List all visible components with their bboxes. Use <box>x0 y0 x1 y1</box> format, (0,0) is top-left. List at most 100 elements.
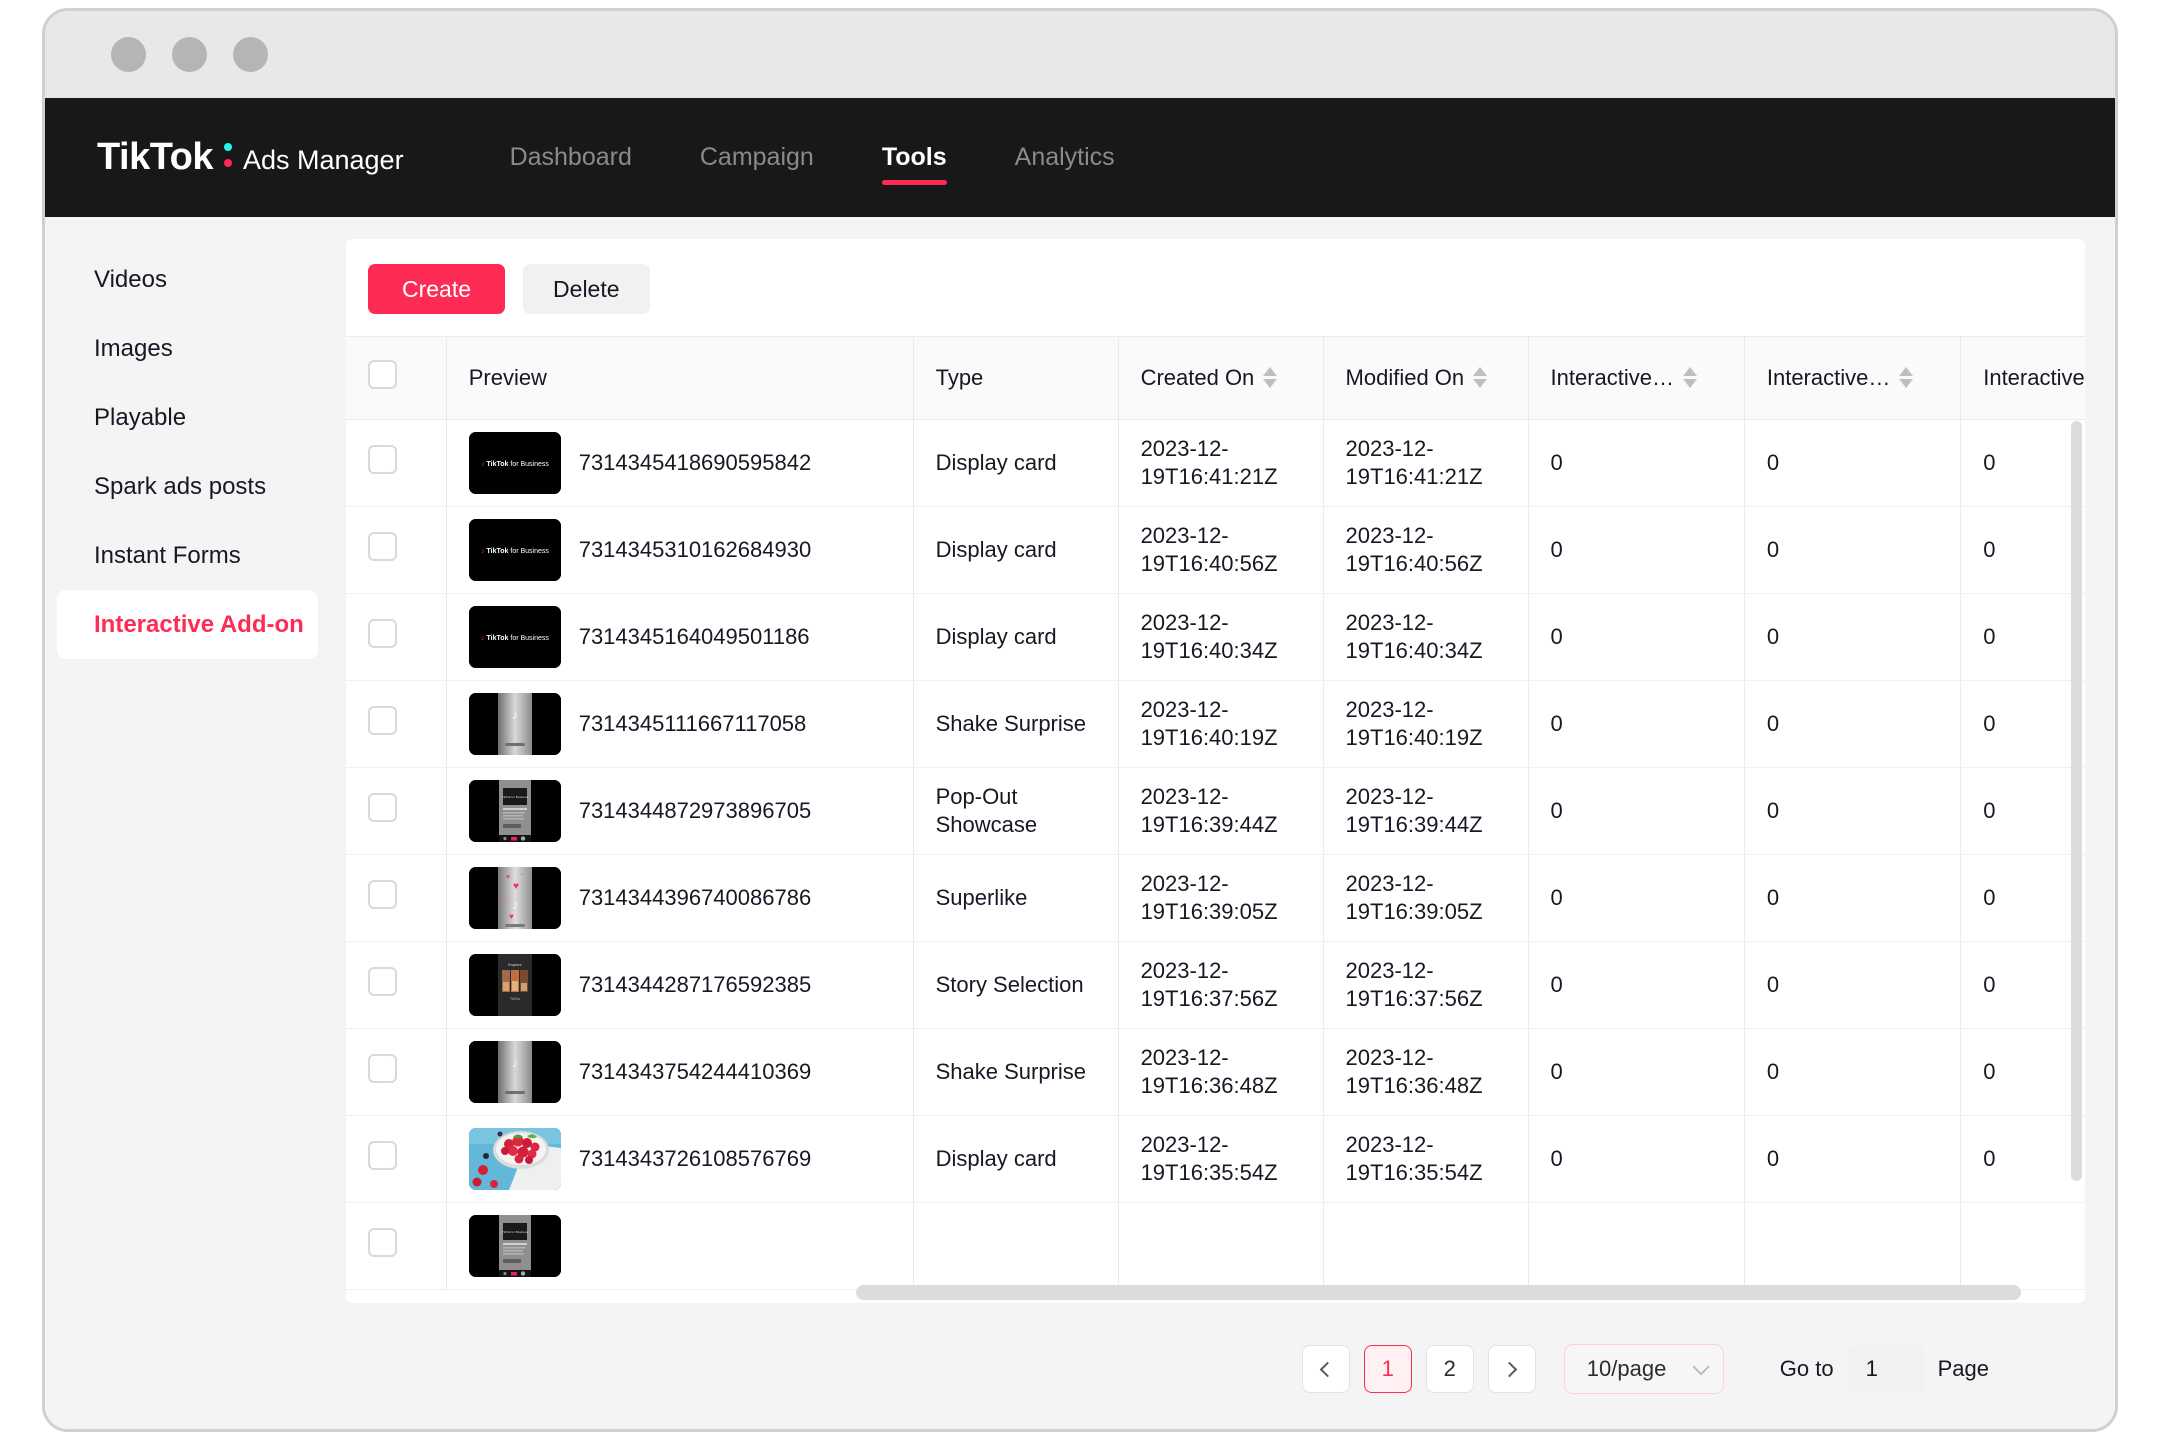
asset-id: 7314344396740086786 <box>578 884 812 910</box>
raspberries-photo-thumbnail[interactable] <box>468 1127 561 1190</box>
interactive-addon-table: Preview Type Created On Modified On Inte… <box>346 337 2085 1290</box>
row-select-cell <box>346 506 447 594</box>
metric-2-cell-text: 0 <box>1766 797 1780 823</box>
metric-2-cell-text: 0 <box>1766 536 1780 562</box>
asset-type-cell: Shake Surprise <box>913 1028 1119 1116</box>
tiktok-ads-manager-logo[interactable]: TikTok Ads Manager <box>97 136 404 179</box>
sort-metric-1-icon[interactable] <box>1683 367 1697 389</box>
column-header-metric-3: Interactive… <box>1960 337 2085 420</box>
row-checkbox[interactable] <box>368 1141 397 1170</box>
modified-on-cell-text: 2023-12-19T16:40:19Z <box>1345 697 1483 750</box>
page-size-select[interactable]: 10/page <box>1563 1344 1724 1394</box>
sort-created-on-icon[interactable] <box>1263 367 1278 389</box>
nav-item-analytics[interactable]: Analytics <box>981 98 1149 217</box>
previous-page-button[interactable] <box>1301 1345 1350 1393</box>
metric-1-cell <box>1528 1202 1745 1290</box>
create-button[interactable]: Create <box>368 264 506 314</box>
top-navigation-bar: TikTok Ads Manager Dashboard Campaign To… <box>45 98 2115 217</box>
delete-button[interactable]: Delete <box>523 264 650 314</box>
goto-page-input[interactable] <box>1847 1345 1924 1393</box>
minimize-dot[interactable] <box>172 37 207 72</box>
metric-2-cell-text: 0 <box>1766 623 1780 649</box>
metric-1-cell: 0 <box>1528 680 1745 768</box>
modified-on-cell-text: 2023-12-19T16:36:48Z <box>1345 1045 1483 1098</box>
sidebar-item-playable[interactable]: Playable <box>57 383 318 452</box>
asset-type-cell-text: Shake Surprise <box>935 710 1087 736</box>
tiktok-business-card-thumbnail[interactable]: ♪ TikTok for Business <box>468 605 561 668</box>
svg-text:TikTok for Business: TikTok for Business <box>502 1230 528 1234</box>
asset-id: 7314345111667117058 <box>578 710 807 736</box>
metric-2-cell <box>1744 1202 1962 1290</box>
next-page-button[interactable] <box>1487 1345 1536 1393</box>
metric-3-cell: 0 <box>1960 506 2085 594</box>
table-row[interactable]: ♪ ♥ ♥ ♥ ♥ ♥ ♥ 7314344396740086786 Superlike 2023-… <box>346 854 2085 942</box>
metric-2-cell: 0 <box>1744 1115 1962 1203</box>
page-button-1[interactable]: 1 <box>1363 1345 1412 1393</box>
sort-modified-on-icon[interactable] <box>1473 367 1488 389</box>
metric-1-cell: 0 <box>1528 854 1745 942</box>
table-head: Preview Type Created On Modified On Inte… <box>346 337 2085 420</box>
row-checkbox[interactable] <box>368 532 397 561</box>
column-label-modified-on: Modified On <box>1345 364 1465 390</box>
svg-text:♥: ♥ <box>509 912 514 921</box>
created-on-cell-text: 2023-12-19T16:40:56Z <box>1140 523 1278 576</box>
table-row[interactable]: ♪ 7314345111667117058 Shake Surprise 2023-1… <box>346 680 2085 768</box>
nav-item-tools[interactable]: Tools <box>848 98 981 217</box>
select-all-checkbox[interactable] <box>368 360 397 390</box>
popout-showcase-phone-thumbnail[interactable]: TikTok for Business <box>468 1214 561 1277</box>
shake-surprise-phone-thumbnail[interactable]: ♪ <box>468 1040 561 1103</box>
page-button-2[interactable]: 2 <box>1425 1345 1474 1393</box>
row-checkbox[interactable] <box>368 706 397 735</box>
table-row[interactable]: ♪ 7314343754244410369 Shake Surprise 2023-1… <box>346 1028 2085 1116</box>
sidebar-item-instant-forms[interactable]: Instant Forms <box>57 521 318 590</box>
table-row[interactable]: ♪ TikTok for Business 7314345418690595842… <box>346 419 2085 507</box>
table-row[interactable]: TikTok for Business 7314344872973896705 Po… <box>346 767 2085 855</box>
close-dot[interactable] <box>111 37 146 72</box>
nav-item-dashboard[interactable]: Dashboard <box>476 98 666 217</box>
row-checkbox[interactable] <box>368 619 397 648</box>
asset-type-cell: Display card <box>913 593 1119 681</box>
table-row[interactable]: TikTok for Business <box>346 1202 2085 1290</box>
metric-1-cell-text: 0 <box>1550 1058 1563 1084</box>
table-vertical-scrollbar[interactable] <box>2071 421 2082 1181</box>
table-row[interactable]: ♪ TikTok for Business 7314345164049501186… <box>346 593 2085 681</box>
sidebar-item-images[interactable]: Images <box>57 314 318 383</box>
maximize-dot[interactable] <box>233 37 268 72</box>
sidebar-item-videos[interactable]: Videos <box>57 245 318 314</box>
table-row[interactable]: 7314343726108576769 Display card 2023-12-1… <box>346 1115 2085 1203</box>
row-checkbox[interactable] <box>368 793 397 822</box>
modified-on-cell-text: 2023-12-19T16:39:44Z <box>1345 784 1483 837</box>
sidebar-item-interactive-add-on[interactable]: Interactive Add-on <box>57 590 318 659</box>
metric-2-cell: 0 <box>1744 506 1962 594</box>
popout-showcase-phone-thumbnail[interactable]: TikTok for Business <box>468 779 561 842</box>
asset-id: 7314344872973896705 <box>578 797 812 823</box>
sidebar-item-spark-ads-posts[interactable]: Spark ads posts <box>57 452 318 521</box>
story-selection-phone-thumbnail[interactable]: Explore TikTok <box>468 953 561 1016</box>
row-select-cell <box>346 680 447 768</box>
asset-type-cell: Pop-Out Showcase <box>913 767 1119 855</box>
table-row[interactable]: Explore TikTok 7314344287176592385 Story Se… <box>346 941 2085 1029</box>
row-checkbox[interactable] <box>368 1054 397 1083</box>
row-checkbox[interactable] <box>368 1228 397 1257</box>
tiktok-business-card-thumbnail[interactable]: ♪ TikTok for Business <box>468 518 561 581</box>
metric-3-cell: 0 <box>1960 593 2085 681</box>
row-checkbox[interactable] <box>368 445 397 474</box>
primary-nav: Dashboard Campaign Tools Analytics <box>476 98 1149 217</box>
modified-on-cell: 2023-12-19T16:40:34Z <box>1323 593 1529 681</box>
shake-surprise-phone-thumbnail[interactable]: ♪ <box>468 692 561 755</box>
modified-on-cell: 2023-12-19T16:39:05Z <box>1323 854 1529 942</box>
superlike-hearts-thumbnail[interactable]: ♪ ♥ ♥ ♥ ♥ ♥ ♥ <box>468 866 561 929</box>
modified-on-cell: 2023-12-19T16:40:56Z <box>1323 506 1529 594</box>
tiktok-business-card-thumbnail[interactable]: ♪ TikTok for Business <box>468 431 561 494</box>
brand-name: TikTok <box>97 136 213 178</box>
table-horizontal-scrollbar[interactable] <box>856 1285 2021 1300</box>
created-on-cell: 2023-12-19T16:39:44Z <box>1118 767 1324 855</box>
svg-text:♪ TikTok for Business: ♪ TikTok for Business <box>481 548 549 555</box>
row-checkbox[interactable] <box>368 967 397 996</box>
preview-cell: TikTok for Business 7314344872973896705 <box>446 767 914 855</box>
created-on-cell: 2023-12-19T16:40:19Z <box>1118 680 1324 768</box>
table-row[interactable]: ♪ TikTok for Business 7314345310162684930… <box>346 506 2085 594</box>
row-checkbox[interactable] <box>368 880 397 909</box>
nav-item-campaign[interactable]: Campaign <box>666 98 848 217</box>
sort-metric-2-icon[interactable] <box>1899 367 1914 389</box>
